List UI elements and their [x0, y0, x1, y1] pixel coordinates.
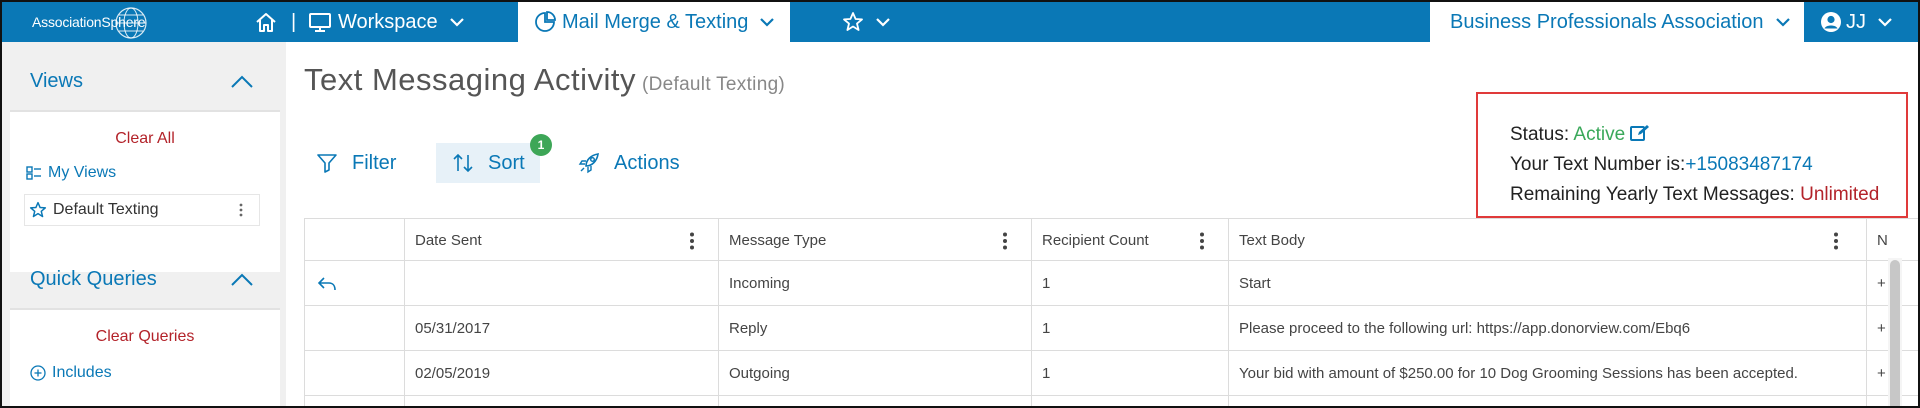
my-views-label: My Views [48, 164, 117, 181]
actions-button[interactable]: Actions [578, 143, 680, 183]
rocket-icon [578, 153, 599, 174]
text-number-value: +15083487174 [1685, 154, 1813, 175]
plus-circle-icon [30, 365, 46, 381]
texting-status-panel: Status: Active Your Text Number is:+1508… [1476, 92, 1908, 218]
my-views-link[interactable]: My Views [26, 164, 116, 182]
sort-button[interactable]: Sort [436, 143, 540, 183]
sort-icon [453, 153, 473, 173]
includes-label: Includes [52, 364, 112, 381]
table-row[interactable]: 02/05/2019 Outgoing 1 Your bid with amou… [305, 351, 1918, 396]
table-row[interactable]: Incoming 1 Start + [305, 261, 1918, 306]
cell-message-type: Outgoing [729, 365, 790, 382]
status-line: Status: Active [1510, 120, 1906, 150]
grid-header-row: Date Sent Message Type Recipient Count T… [305, 219, 1918, 261]
pie-chart-icon [535, 11, 556, 32]
reply-icon[interactable] [317, 276, 337, 292]
chevron-down-icon [1775, 18, 1790, 27]
remaining-messages-line: Remaining Yearly Text Messages: Unlimite… [1510, 180, 1906, 210]
column-header-next[interactable]: N [1867, 219, 1888, 261]
sort-count-badge: 1 [530, 134, 552, 156]
column-header-date-sent[interactable]: Date Sent [405, 219, 482, 261]
views-section-title: Views [30, 70, 83, 92]
chevron-down-icon [876, 18, 890, 27]
cell-recipient-count: 1 [1042, 275, 1051, 292]
workspace-menu[interactable]: Workspace [308, 2, 470, 42]
home-button[interactable] [254, 2, 278, 42]
sort-label: Sort [488, 151, 525, 174]
cell-message-type: Reply [729, 320, 768, 337]
filter-button[interactable]: Filter [316, 143, 396, 183]
cell-message-type: Incoming [729, 275, 790, 292]
status-value: Active [1573, 124, 1626, 145]
home-icon [256, 13, 276, 32]
kebab-menu-icon[interactable] [239, 203, 243, 217]
cell-recipient-count: 1 [1042, 320, 1051, 337]
view-item-default-texting[interactable]: Default Texting [24, 194, 260, 226]
status-label: Status: [1510, 124, 1570, 145]
edit-icon[interactable] [1630, 124, 1650, 142]
main-content: Text Messaging Activity (Default Texting)… [286, 42, 1918, 406]
cell-text-body: Please proceed to the following url: htt… [1239, 320, 1691, 337]
star-icon [843, 12, 863, 31]
column-menu-icon[interactable] [1002, 232, 1008, 250]
default-texting-label: Default Texting [53, 201, 159, 218]
text-number-line: Your Text Number is:+15083487174 [1510, 150, 1906, 180]
cell-date-sent [405, 261, 719, 306]
column-header-text-body[interactable]: Text Body [1229, 219, 1305, 261]
cell-text-body: Your bid with amount of $250.00 for 10 D… [1239, 365, 1798, 382]
includes-link[interactable]: Includes [30, 364, 112, 382]
globe-icon [115, 7, 147, 39]
chevron-up-icon[interactable] [230, 272, 254, 288]
clear-queries-link[interactable]: Clear Queries [10, 328, 280, 346]
chevron-down-icon [1878, 18, 1892, 27]
text-number-label: Your Text Number is: [1510, 154, 1686, 175]
remaining-label: Remaining Yearly Text Messages: [1510, 184, 1795, 205]
chevron-down-icon [760, 18, 775, 27]
app-window: AssociationSphere | Workspace Mail Merge… [0, 0, 1920, 408]
column-header-message-type[interactable]: Message Type [719, 219, 826, 261]
user-initials: JJ [1846, 10, 1866, 33]
sidebar: Views Clear All My Views Default Texting… [2, 42, 286, 406]
workspace-label: Workspace [338, 10, 438, 33]
app-logo[interactable]: AssociationSphere [32, 6, 152, 39]
favorites-menu[interactable] [842, 2, 890, 42]
grid-list-icon [26, 166, 41, 180]
mail-merge-label: Mail Merge & Texting [562, 10, 749, 33]
remaining-value: Unlimited [1800, 184, 1880, 205]
chevron-down-icon [449, 18, 464, 27]
column-menu-icon[interactable] [1833, 232, 1839, 250]
cell-date-sent: 05/31/2017 [415, 320, 491, 337]
cell-date-sent: 02/05/2019 [415, 365, 491, 382]
monitor-icon [309, 13, 331, 32]
page-title-text: Text Messaging Activity [304, 62, 636, 97]
cell-text-body: Start [1239, 275, 1271, 292]
page-title: Text Messaging Activity (Default Texting) [304, 62, 785, 98]
mail-merge-texting-menu[interactable]: Mail Merge & Texting [518, 2, 790, 42]
cell-recipient-count: 1 [1042, 365, 1051, 382]
quick-queries-panel: Clear Queries Includes [10, 310, 280, 406]
chevron-up-icon[interactable] [230, 74, 254, 90]
column-menu-icon[interactable] [689, 232, 695, 250]
page-subtitle: (Default Texting) [641, 74, 786, 95]
text-activity-grid: Date Sent Message Type Recipient Count T… [304, 218, 1918, 406]
table-row[interactable]: 05/31/2017 Reply 1 Please proceed to the… [305, 306, 1918, 351]
organization-label: Business Professionals Association [1450, 10, 1764, 33]
star-icon [29, 201, 47, 218]
filter-label: Filter [352, 151, 397, 174]
actions-label: Actions [614, 151, 680, 174]
user-menu[interactable]: JJ [1820, 2, 1892, 42]
views-panel: Clear All My Views Default Texting [10, 112, 280, 272]
top-nav-bar: AssociationSphere | Workspace Mail Merge… [2, 2, 1918, 42]
filter-icon [317, 154, 337, 173]
nav-separator: | [291, 10, 297, 33]
grid-scrollbar-thumb[interactable] [1890, 260, 1900, 406]
row-action-cell [305, 261, 405, 306]
organization-menu[interactable]: Business Professionals Association [1430, 2, 1804, 42]
clear-all-link[interactable]: Clear All [10, 130, 280, 148]
column-menu-icon[interactable] [1199, 232, 1205, 250]
column-header-recipient-count[interactable]: Recipient Count [1032, 219, 1149, 261]
quick-queries-section-title: Quick Queries [30, 268, 157, 290]
user-circle-icon [1821, 12, 1841, 32]
